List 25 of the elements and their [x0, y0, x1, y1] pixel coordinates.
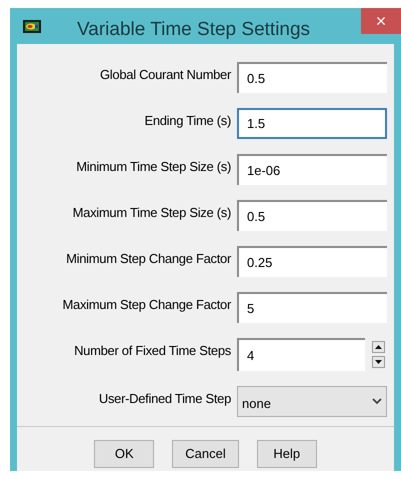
field-label: Minimum Time Step Size (s) [75, 158, 232, 176]
input-field[interactable]: 1e-06 [237, 154, 387, 185]
input-field[interactable]: 5 [237, 292, 387, 323]
field-label: Number of Fixed Time Steps [73, 342, 232, 360]
close-button[interactable]: × [361, 8, 401, 34]
field-label: Global Courant Number [99, 66, 232, 84]
field-label: User-Defined Time Step [98, 390, 232, 408]
app-icon [23, 20, 41, 33]
input-field[interactable]: 0.5 [237, 200, 387, 231]
field-label: Maximum Time Step Size (s) [72, 204, 232, 222]
spin-up-icon[interactable] [372, 341, 385, 353]
window-title: Variable Time Step Settings [77, 18, 310, 42]
field-label: Maximum Step Change Factor [62, 296, 232, 314]
dropdown[interactable]: none [237, 386, 387, 417]
input-field[interactable]: 0.25 [237, 246, 387, 277]
chevron-down-icon [372, 398, 382, 405]
field-label: Minimum Step Change Factor [65, 250, 232, 268]
dialog-button[interactable]: OK [94, 440, 154, 468]
field-label: Ending Time (s) [143, 112, 232, 130]
input-field[interactable]: 1.5 [237, 108, 387, 139]
input-field[interactable]: 0.5 [237, 62, 387, 93]
spin-down-icon[interactable] [372, 356, 385, 368]
dialog-button[interactable]: Help [256, 440, 317, 468]
input-field[interactable]: 4 [237, 338, 365, 371]
dialog-button[interactable]: Cancel [172, 440, 239, 468]
